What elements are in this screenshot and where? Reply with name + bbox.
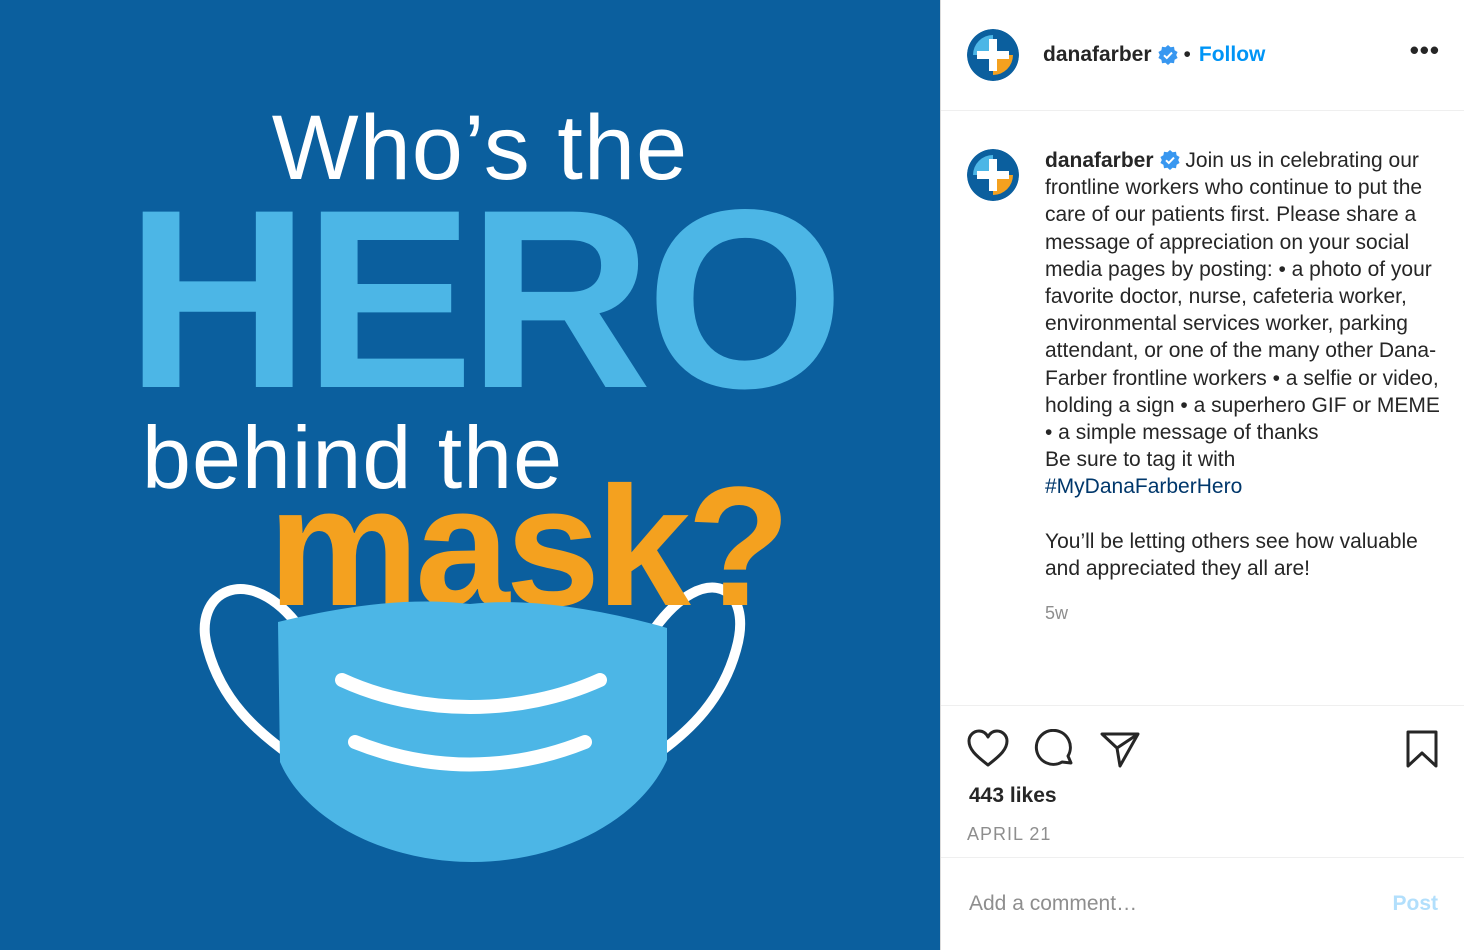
username-link[interactable]: danafarber <box>1043 43 1152 67</box>
post-date[interactable]: APRIL 21 <box>967 824 1440 845</box>
post-header: danafarber • Follow ••• <box>941 0 1464 111</box>
post-sidebar: danafarber • Follow ••• danafarber Join … <box>940 0 1464 950</box>
follow-button[interactable]: Follow <box>1199 43 1266 67</box>
bookmark-icon[interactable] <box>1404 729 1440 769</box>
verified-badge-icon <box>1159 150 1180 170</box>
more-options-icon[interactable]: ••• <box>1410 35 1440 76</box>
verified-badge-icon <box>1157 45 1178 65</box>
caption-body: danafarber Join us in celebrating our fr… <box>1045 147 1440 705</box>
post-time[interactable]: 5w <box>1045 600 1440 627</box>
profile-avatar[interactable] <box>967 29 1019 81</box>
caption-text: danafarber Join us in celebrating our fr… <box>1045 147 1440 582</box>
comment-icon[interactable] <box>1033 729 1075 769</box>
comment-input[interactable] <box>967 891 1393 917</box>
share-icon[interactable] <box>1099 729 1141 769</box>
post-comment-button[interactable]: Post <box>1392 892 1438 916</box>
comment-bar: Post <box>941 858 1464 950</box>
heart-icon[interactable] <box>967 729 1009 769</box>
separator-dot: • <box>1183 43 1191 66</box>
likes-count[interactable]: 443 likes <box>969 784 1440 808</box>
instagram-post: Who’s the HERO behind the mask? danafarb… <box>0 0 1464 950</box>
face-mask-body <box>278 601 667 862</box>
caption-avatar[interactable] <box>967 149 1019 201</box>
actions-section: 443 likes APRIL 21 <box>941 706 1464 858</box>
caption-username[interactable]: danafarber <box>1045 149 1154 172</box>
post-image[interactable]: Who’s the HERO behind the mask? <box>0 0 940 950</box>
action-icons <box>967 726 1440 772</box>
caption-message: Join us in celebrating our frontline wor… <box>1045 149 1440 472</box>
caption-section: danafarber Join us in celebrating our fr… <box>941 111 1464 706</box>
caption-message-end: You’ll be letting others see how valuabl… <box>1045 529 1418 581</box>
hashtag-link[interactable]: #MyDanaFarberHero <box>1045 475 1242 498</box>
